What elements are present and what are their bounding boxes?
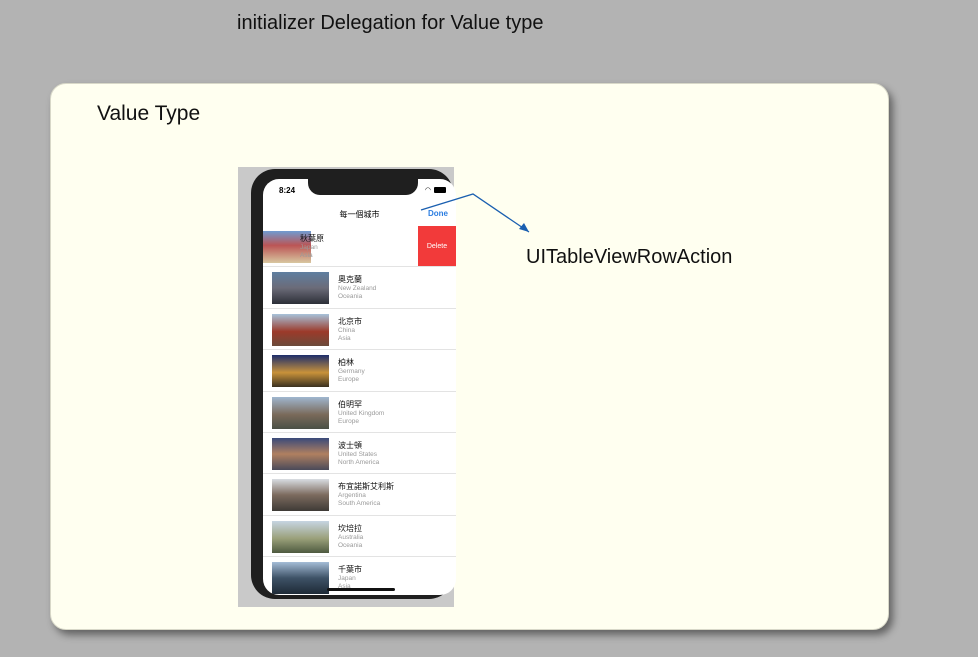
battery-icon	[434, 187, 446, 193]
city-name: 北京市	[338, 316, 362, 326]
city-continent: South America	[338, 500, 381, 508]
city-name: 伯明罕	[338, 399, 362, 409]
table-row[interactable]: 奧克蘭 New Zealand Oceania	[263, 267, 456, 309]
city-name: 柏林	[338, 358, 354, 368]
home-indicator	[327, 588, 395, 591]
table-row[interactable]: 北京市 China Asia	[263, 309, 456, 351]
callout-label: UITableViewRowAction	[526, 246, 733, 268]
content-card: Value Type 8:24 ◠ 每一個城市 Done 秋葉原 Japan A…	[50, 83, 889, 630]
phone-notch	[308, 179, 418, 195]
table-row[interactable]: 波士頓 United States North America	[263, 433, 456, 475]
status-time: 8:24	[279, 186, 296, 195]
phone-screen: 8:24 ◠ 每一個城市 Done 秋葉原 Japan Asia Delete	[263, 179, 456, 595]
city-continent: Asia	[300, 252, 313, 259]
city-name: 奧克蘭	[338, 275, 362, 285]
city-country: New Zealand	[338, 285, 377, 293]
city-country: Japan	[338, 575, 356, 583]
phone-frame: 8:24 ◠ 每一個城市 Done 秋葉原 Japan Asia Delete	[251, 169, 456, 599]
city-continent: Oceania	[338, 293, 363, 301]
city-name: 波士頓	[338, 440, 362, 450]
wifi-icon: ◠	[424, 187, 431, 194]
city-country: Germany	[338, 368, 365, 376]
city-thumbnail	[272, 355, 329, 388]
city-country: Australia	[338, 533, 364, 541]
city-name: 秋葉原	[300, 234, 324, 243]
city-table: 秋葉原 Japan Asia Delete 奧克蘭 New Zealand Oc…	[263, 226, 456, 595]
city-thumbnail	[272, 396, 329, 429]
city-name: 坎培拉	[338, 523, 362, 533]
city-thumbnail	[272, 562, 329, 595]
city-name: 布宜諾斯艾利斯	[338, 482, 394, 492]
city-continent: Oceania	[338, 541, 363, 549]
city-thumbnail	[272, 272, 329, 305]
done-button[interactable]: Done	[428, 209, 448, 218]
city-country: Japan	[300, 244, 318, 251]
city-thumbnail	[272, 313, 329, 346]
city-country: China	[338, 326, 355, 334]
navigation-bar: 每一個城市 Done	[263, 203, 456, 225]
city-continent: Asia	[338, 334, 351, 342]
city-thumbnail	[272, 479, 329, 512]
city-country: United States	[338, 450, 378, 458]
city-country: United Kingdom	[338, 409, 385, 417]
city-continent: Europe	[338, 376, 359, 384]
table-row[interactable]: 柏林 Germany Europe	[263, 350, 456, 392]
table-row[interactable]: 伯明罕 United Kingdom Europe	[263, 392, 456, 433]
city-country: Argentina	[338, 492, 366, 500]
city-name: 千葉市	[338, 565, 362, 575]
slide-title: initializer Delegation for Value type	[237, 12, 544, 34]
delete-button[interactable]: Delete	[418, 226, 456, 266]
table-row[interactable]: 布宜諾斯艾利斯 Argentina South America	[263, 474, 456, 516]
city-thumbnail	[272, 520, 329, 553]
status-icons: ◠	[425, 186, 446, 194]
table-row[interactable]: 秋葉原 Japan Asia Delete	[263, 226, 456, 268]
callout-arrow	[420, 193, 530, 233]
city-continent: Europe	[338, 417, 359, 425]
table-row[interactable]: 坎培拉 Australia Oceania	[263, 516, 456, 558]
card-title: Value Type	[97, 102, 201, 125]
city-thumbnail	[272, 437, 329, 470]
city-continent: North America	[338, 458, 380, 466]
